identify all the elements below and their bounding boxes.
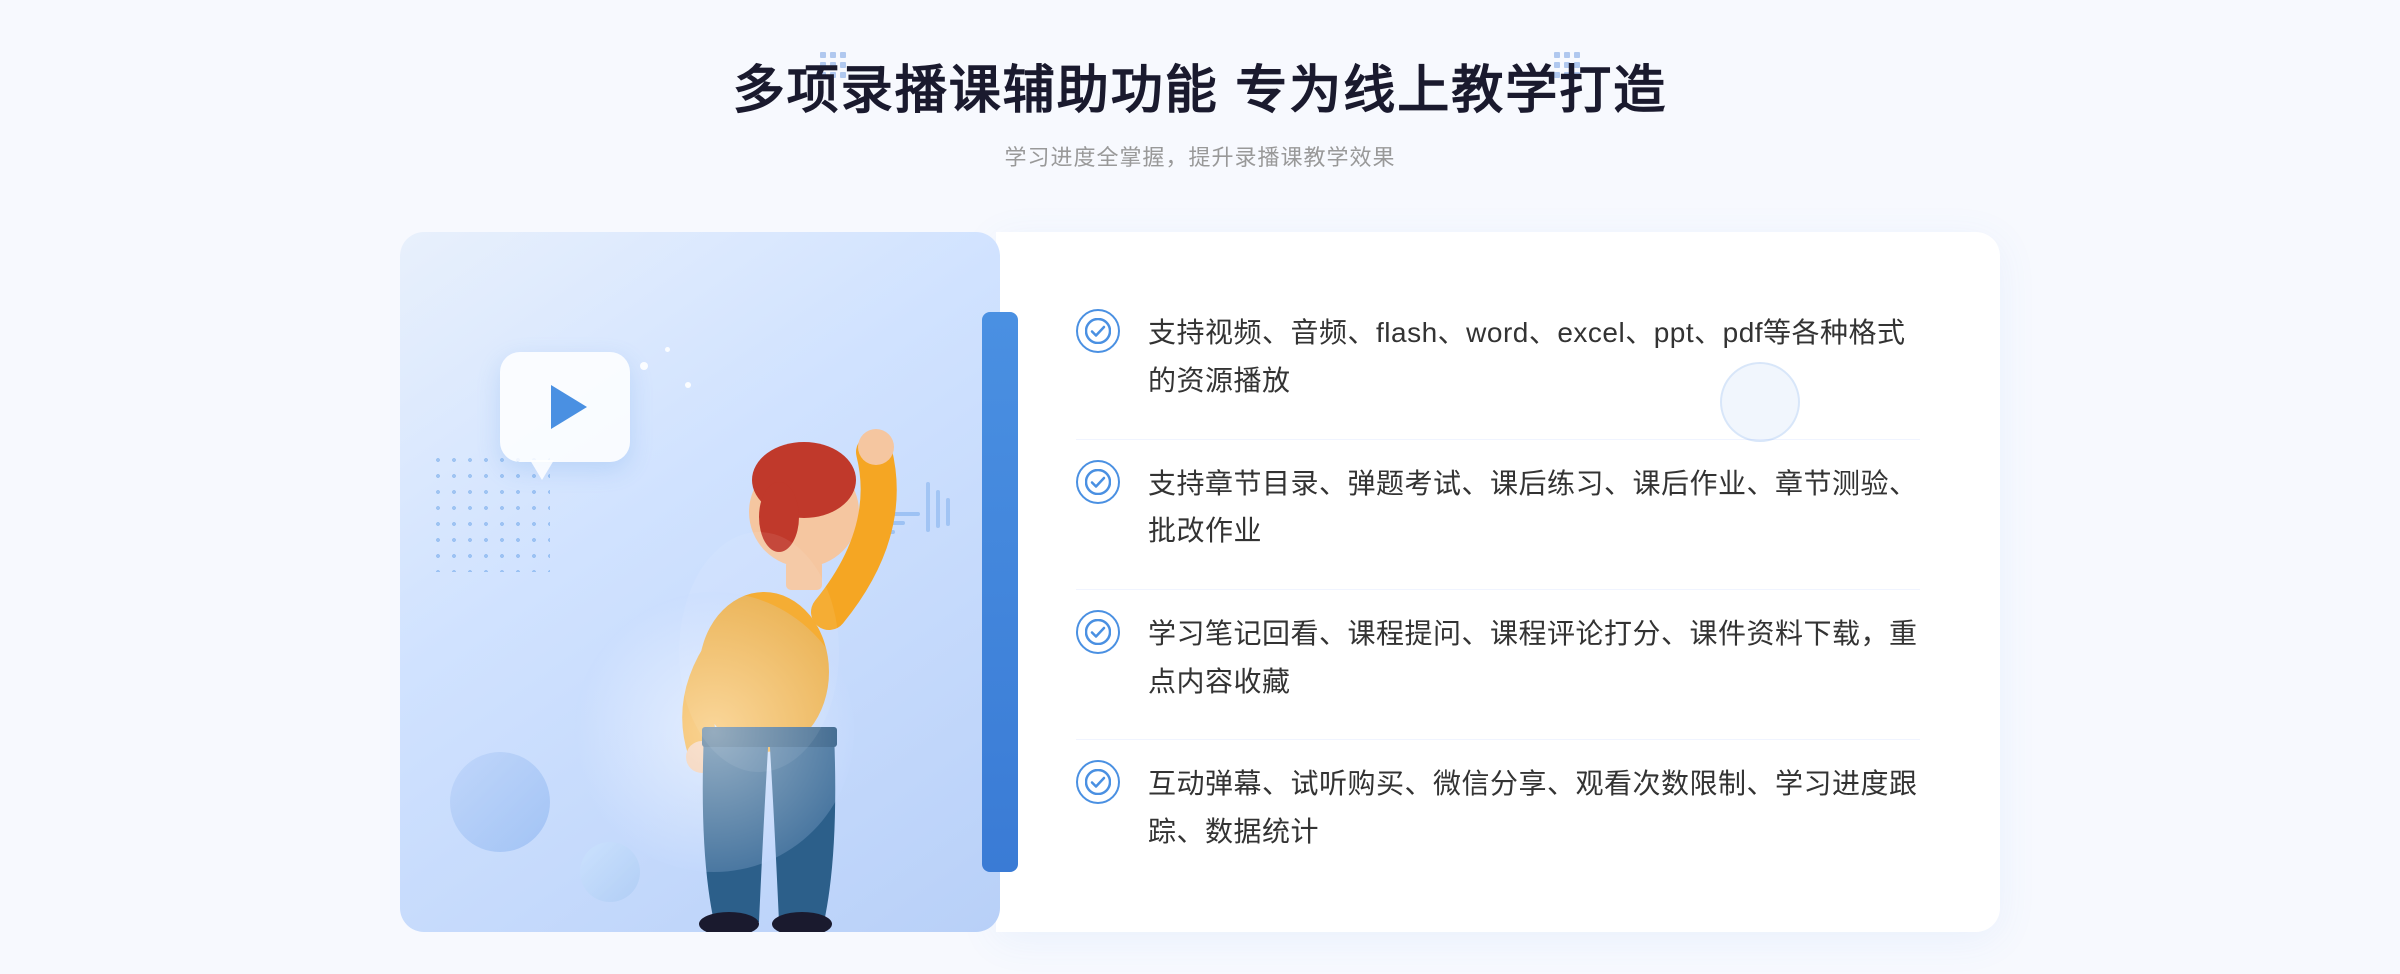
check-icon-3 [1076,610,1120,654]
play-icon [551,385,587,429]
feature-item-2: 支持章节目录、弹题考试、课后练习、课后作业、章节测验、批改作业 [1076,439,1920,575]
feature-item-3: 学习笔记回看、课程提问、课程评论打分、课件资料下载，重点内容收藏 [1076,589,1920,725]
blue-sidebar-accent [982,312,1018,872]
check-icon-4 [1076,760,1120,804]
deco-circle-1 [450,752,550,852]
content-area: » [400,232,2000,932]
feature-item-4: 互动弹幕、试听购买、微信分享、观看次数限制、学习进度跟踪、数据统计 [1076,739,1920,875]
feature-text-2: 支持章节目录、弹题考试、课后练习、课后作业、章节测验、批改作业 [1148,460,1920,555]
check-icon-2 [1076,460,1120,504]
page-container: 多项录播课辅助功能 专为线上教学打造 学习进度全掌握，提升录播课教学效果 » [0,0,2400,974]
illustration-card [400,232,1000,932]
features-panel: 支持视频、音频、flash、word、excel、ppt、pdf等各种格式的资源… [996,232,2000,932]
sub-title: 学习进度全掌握，提升录播课教学效果 [733,140,1667,172]
header-section: 多项录播课辅助功能 专为线上教学打造 学习进度全掌握，提升录播课教学效果 [733,60,1667,172]
check-icon-1 [1076,309,1120,353]
feature-text-1: 支持视频、音频、flash、word、excel、ppt、pdf等各种格式的资源… [1148,309,1920,404]
feature-text-4: 互动弹幕、试听购买、微信分享、观看次数限制、学习进度跟踪、数据统计 [1148,760,1920,855]
deco-circle-outer-2 [1720,362,1800,442]
vert-lines [926,482,950,532]
feature-text-3: 学习笔记回看、课程提问、课程评论打分、课件资料下载，重点内容收藏 [1148,610,1920,705]
main-title: 多项录播课辅助功能 专为线上教学打造 [733,60,1667,122]
light-circle [574,592,854,872]
